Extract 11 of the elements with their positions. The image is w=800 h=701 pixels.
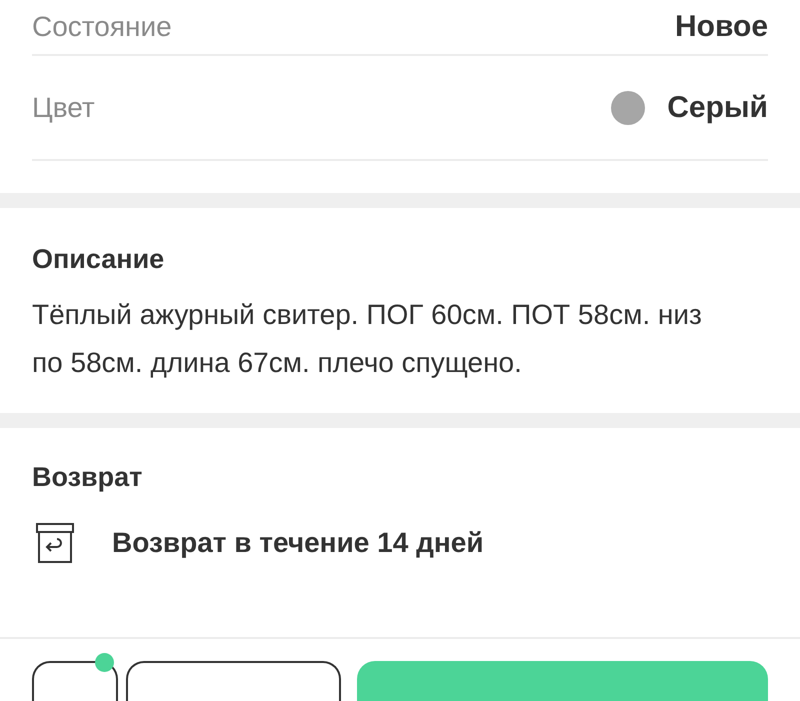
- section-heading: Возврат: [32, 462, 144, 493]
- outline-button[interactable]: [126, 661, 341, 701]
- description-text: Тёплый ажурный свитер. ПОГ 60см. ПОТ 58см. низ по 58см. длина 67см. плечо спущено.: [32, 298, 703, 380]
- return-box-icon: [36, 523, 74, 563]
- icon-button[interactable]: [32, 661, 118, 701]
- section-heading: Описание: [32, 244, 166, 275]
- attribute-value: Новое: [674, 10, 768, 44]
- attribute-label: Цвет: [32, 92, 95, 124]
- attribute-value: Серый: [667, 90, 768, 124]
- attribute-label: Состояние: [32, 11, 172, 43]
- return-policy-text: Возврат в течение 14 дней: [112, 527, 484, 559]
